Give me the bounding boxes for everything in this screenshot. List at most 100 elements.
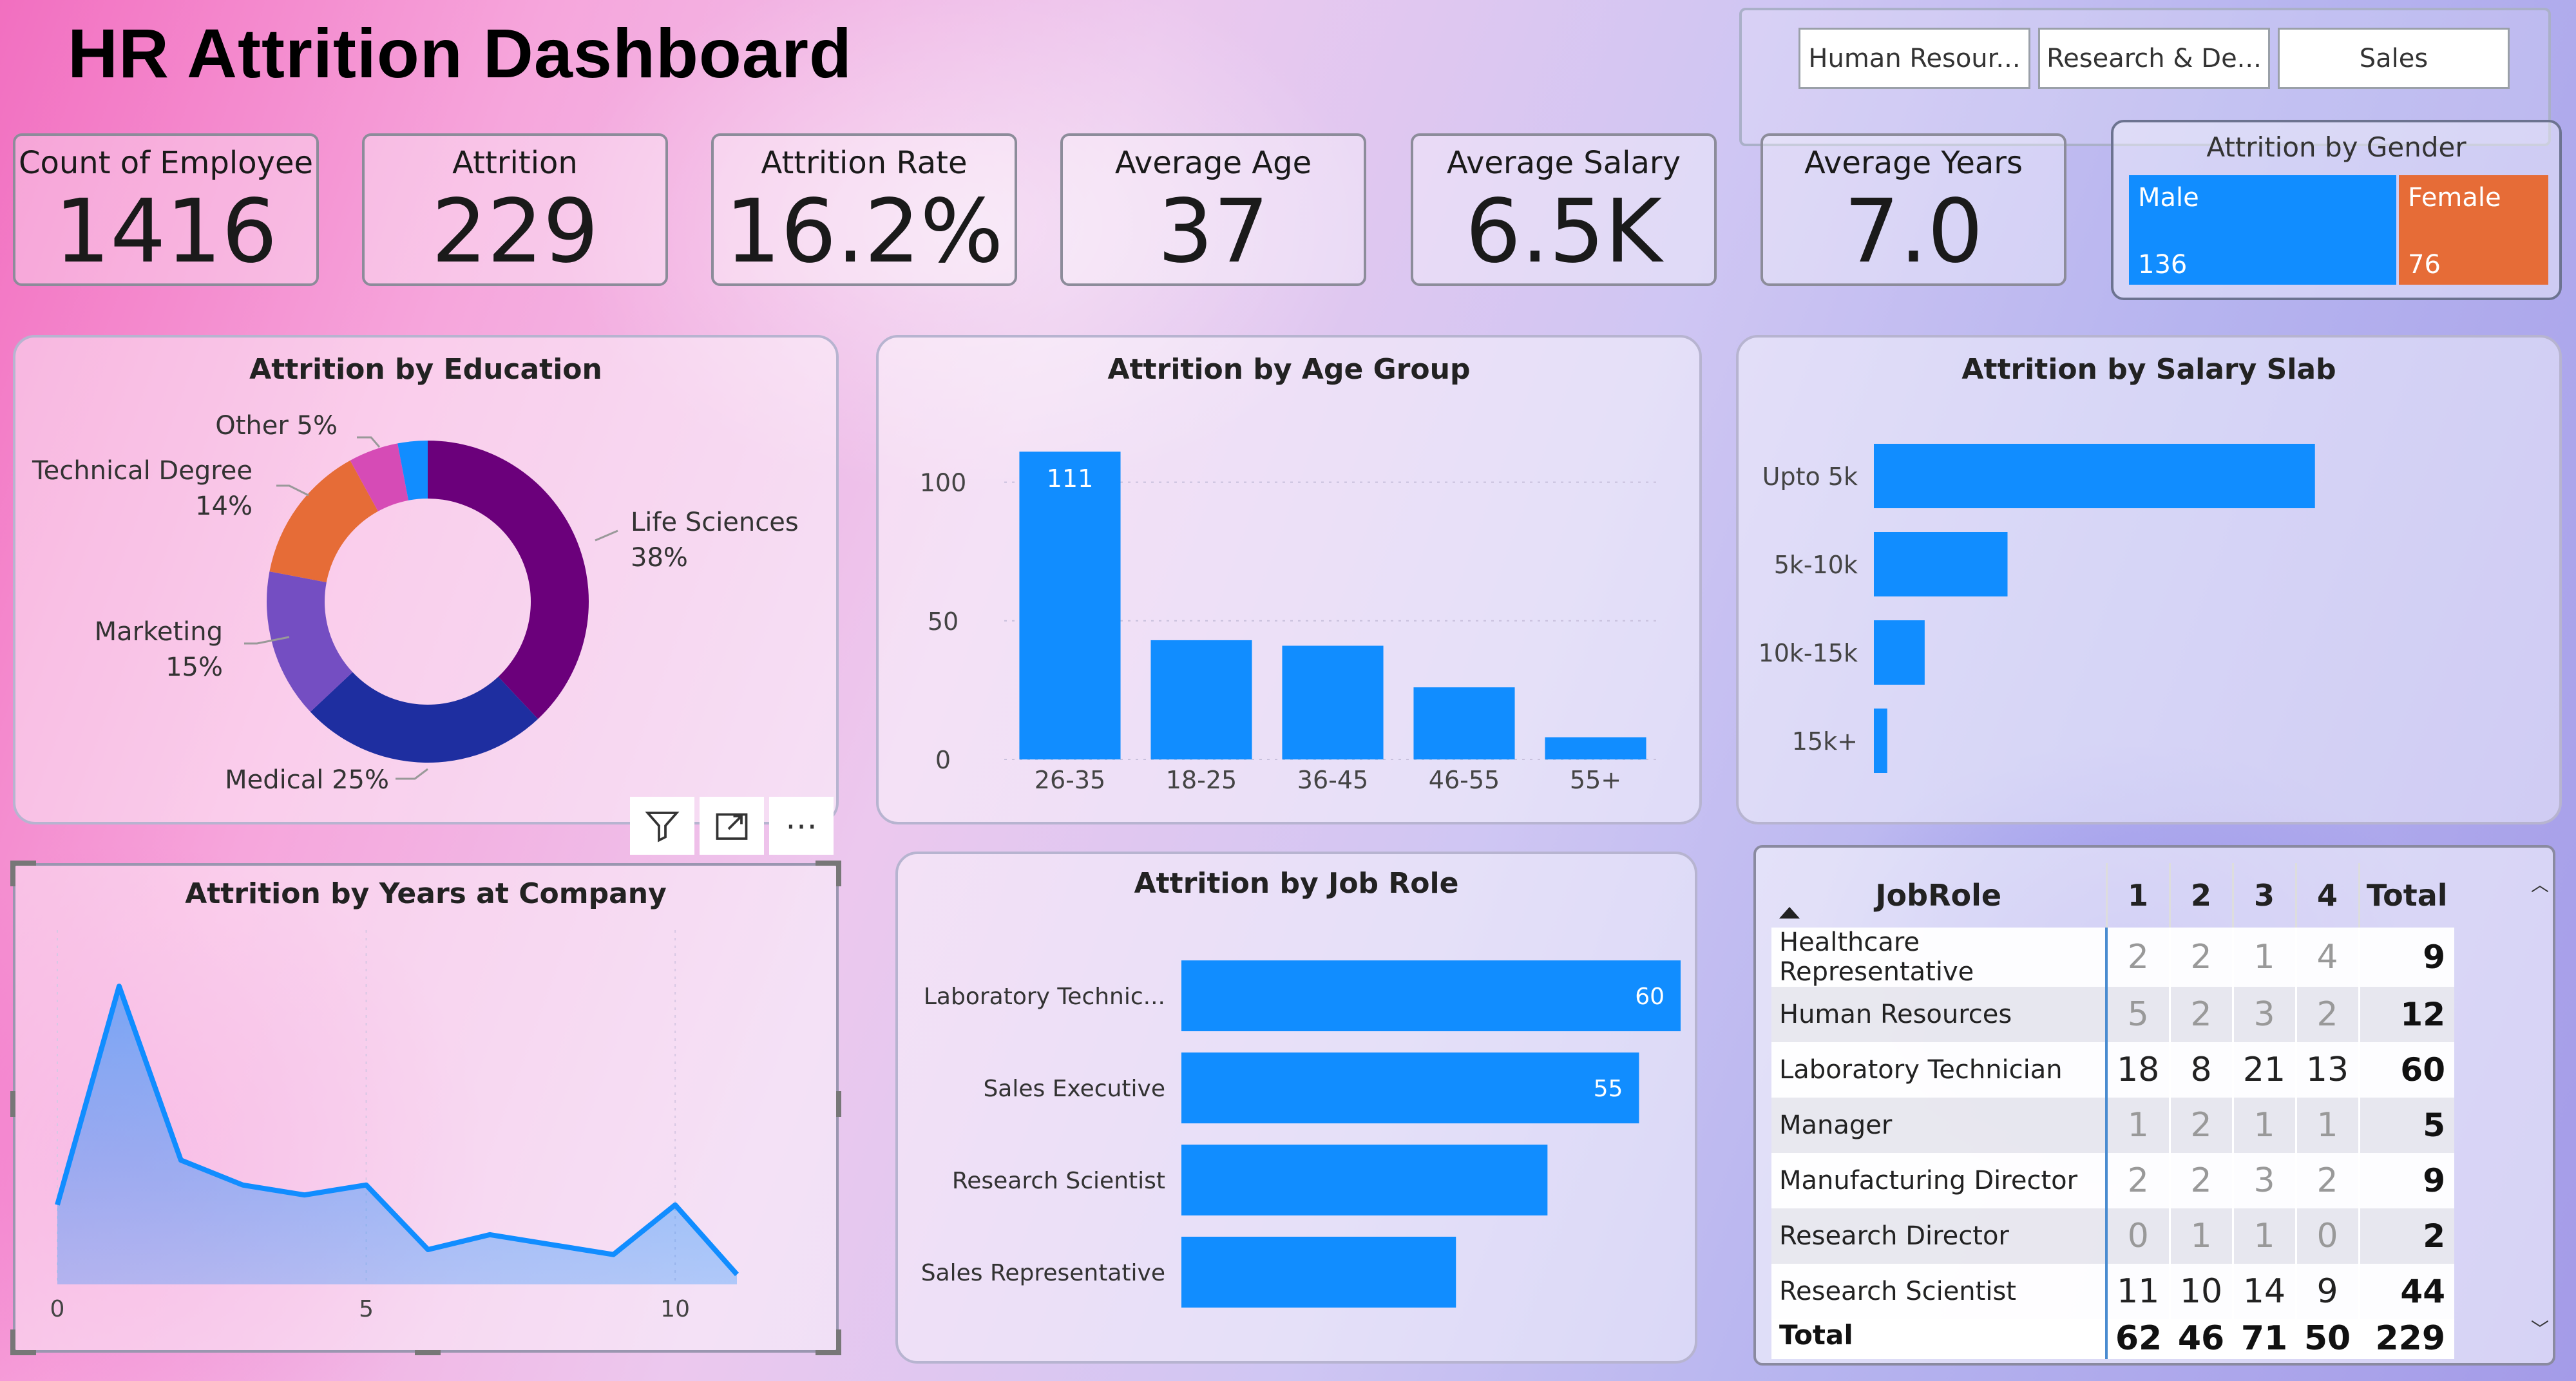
table-row[interactable]: Manufacturing Director 2 2 3 2 9: [1771, 1153, 2454, 1208]
more-options-icon[interactable]: ⋯: [769, 797, 834, 855]
resize-handle[interactable]: [10, 1091, 15, 1117]
slicer-item-sales[interactable]: Sales: [2278, 28, 2510, 89]
bar-10k-15k[interactable]: [1874, 620, 1925, 685]
data-label: 60: [1635, 984, 1665, 1010]
bar-55+[interactable]: [1545, 737, 1646, 759]
table-header-row: JobRole 1 2 3 4 Total: [1771, 863, 2454, 928]
table-cell: 60: [2400, 1051, 2445, 1089]
bar-job-role[interactable]: [1181, 960, 1681, 1031]
bar-job-role[interactable]: [1181, 1052, 1639, 1123]
scroll-up-icon[interactable]: ︿: [2531, 871, 2549, 897]
y-tick-label: 5k-10k: [1774, 551, 1858, 579]
table-cell: 1: [2296, 1098, 2360, 1153]
leader-line: [595, 529, 618, 542]
attrition-by-gender-card: Attrition by Gender Male 136 Female 76: [2111, 120, 2562, 300]
scroll-down-icon[interactable]: ﹀: [2531, 1315, 2549, 1341]
x-tick-label: 5: [359, 1296, 374, 1322]
table-cell: 9: [2296, 1264, 2360, 1319]
table-cell: 0: [2106, 1208, 2171, 1264]
resize-handle[interactable]: [836, 1091, 841, 1117]
kpi-average-age: Average Age 37: [1060, 133, 1366, 286]
table-cell: 2: [2170, 987, 2234, 1042]
y-tick-label: 100: [920, 469, 967, 497]
resize-handle[interactable]: [10, 1329, 36, 1355]
gender-title: Attrition by Gender: [2206, 131, 2466, 163]
table-cell: 13: [2296, 1042, 2360, 1098]
kpi-value: 37: [1157, 181, 1270, 283]
female-value: 76: [2408, 250, 2441, 280]
bar-Upto 5k[interactable]: [1874, 444, 2315, 508]
male-bar[interactable]: Male 136: [2129, 175, 2396, 285]
table-cell: 8: [2170, 1042, 2234, 1098]
y-tick-label: Sales Executive: [983, 1076, 1165, 1102]
table-cell: 21: [2233, 1042, 2297, 1098]
bar-5k-10k[interactable]: [1874, 532, 2008, 596]
table-row[interactable]: Healthcare Representative 2 2 1 4 9: [1771, 928, 2454, 987]
column-header[interactable]: 3: [2233, 863, 2297, 928]
sort-ascending-icon[interactable]: [1779, 907, 1800, 919]
matrix-grid: JobRole 1 2 3 4 Total Healthcare Representativ…: [1771, 863, 2480, 1359]
label-other: Other 5%: [215, 411, 338, 441]
label-technical-degree-pct: 14%: [195, 491, 253, 521]
y-tick-label: 50: [928, 607, 959, 636]
table-cell: 1: [2233, 1098, 2297, 1153]
x-tick-label: 55+: [1570, 766, 1621, 794]
bar-15k+[interactable]: [1874, 709, 1887, 773]
bar-18-25[interactable]: [1150, 640, 1252, 759]
age-group-bar-chart: 0 50 100 26-35 111 18-25 36-45 46-55 55+: [920, 452, 1661, 794]
scrollbar[interactable]: ︿ ﹀: [2527, 871, 2549, 1341]
total-cell: 50: [2304, 1319, 2351, 1358]
table-total-row: Total 62 46 71 50 229: [1771, 1319, 2454, 1359]
slicer-item-research-development[interactable]: Research & De...: [2038, 28, 2270, 89]
years-at-company-panel[interactable]: Attrition by Years at Company 0 5 10: [10, 861, 841, 1355]
table-cell: 44: [2400, 1273, 2445, 1310]
bar-job-role[interactable]: [1181, 1145, 1548, 1215]
column-header[interactable]: JobRole: [1771, 863, 2108, 928]
table-cell: 18: [2106, 1042, 2171, 1098]
table-cell: 12: [2400, 996, 2445, 1033]
female-bar[interactable]: Female 76: [2399, 175, 2548, 285]
kpi-attrition: Attrition 229: [362, 133, 668, 286]
leader-line: [357, 436, 381, 448]
bar-46-55[interactable]: [1413, 687, 1515, 759]
column-header[interactable]: 4: [2296, 863, 2360, 928]
x-tick-label: 10: [660, 1296, 690, 1322]
table-row[interactable]: Research Scientist 11 10 14 9 44: [1771, 1264, 2454, 1319]
education-donut-chart: Life Sciences 38% Medical 25% Marketing …: [32, 411, 799, 795]
age-group-panel: Attrition by Age Group 0 50 100 26-35 111 18-…: [876, 335, 1702, 824]
kpi-average-salary: Average Salary 6.5K: [1411, 133, 1717, 286]
filter-icon[interactable]: [630, 797, 694, 855]
slicer-item-human-resources[interactable]: Human Resour...: [1798, 28, 2030, 89]
kpi-value: 6.5K: [1465, 181, 1663, 283]
table-cell: 4: [2296, 928, 2360, 987]
donut-slice-life-sciences[interactable]: [428, 441, 589, 719]
table-cell: 2: [2423, 1217, 2445, 1255]
education-panel: Attrition by Education Life Sciences 38%…: [13, 335, 839, 824]
table-row[interactable]: Human Resources 5 2 3 2 12: [1771, 987, 2454, 1042]
bar-job-role[interactable]: [1181, 1237, 1456, 1308]
data-label: 55: [1594, 1076, 1623, 1102]
table-row[interactable]: Research Director 0 1 1 0 2: [1771, 1208, 2454, 1264]
resize-handle[interactable]: [415, 1350, 441, 1355]
resize-handle[interactable]: [816, 1329, 841, 1355]
kpi-label: Attrition: [452, 145, 578, 181]
bar-26-35[interactable]: [1019, 452, 1121, 759]
table-row[interactable]: Laboratory Technician 18 8 21 13 60: [1771, 1042, 2454, 1098]
focus-mode-icon[interactable]: [700, 797, 764, 855]
y-tick-label: Sales Representative: [921, 1260, 1165, 1286]
table-cell: 2: [2170, 1098, 2234, 1153]
kpi-value: 7.0: [1844, 181, 1983, 283]
x-tick-label: 0: [50, 1296, 65, 1322]
female-label: Female: [2408, 183, 2501, 213]
column-header[interactable]: Total: [2359, 863, 2454, 928]
resize-handle[interactable]: [10, 861, 36, 886]
table-row[interactable]: Manager 1 2 1 1 5: [1771, 1098, 2454, 1153]
table-cell: 2: [2106, 928, 2171, 987]
kpi-label: Average Age: [1114, 145, 1312, 181]
bar-36-45[interactable]: [1282, 645, 1384, 759]
donut-slice-medical[interactable]: [310, 672, 539, 763]
label-marketing-pct: 15%: [166, 652, 223, 682]
resize-handle[interactable]: [816, 861, 841, 886]
column-header[interactable]: 1: [2106, 863, 2171, 928]
column-header[interactable]: 2: [2170, 863, 2234, 928]
